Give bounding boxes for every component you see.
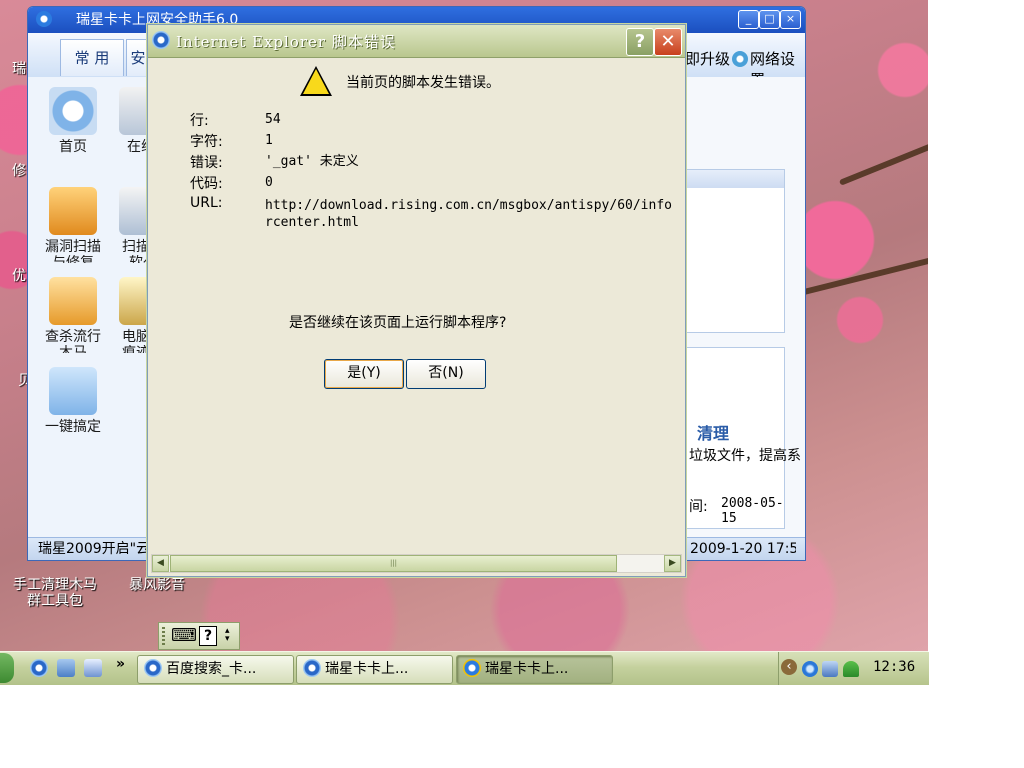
taskbar-item-rising-app[interactable]: 瑞星卡卡上... [456, 655, 613, 684]
code-label: 代码: [190, 176, 223, 192]
code-value: 0 [265, 175, 273, 190]
clean-description: 垃圾文件，提高系 [689, 448, 801, 464]
warning-icon: ! [300, 66, 332, 96]
desktop-quicklaunch-icon[interactable] [57, 659, 75, 677]
desktop-left-label: 瑞 [12, 61, 26, 77]
dialog-close-button[interactable]: ✕ [654, 28, 682, 56]
char-value: 1 [265, 133, 273, 148]
taskbar-item-rising-ie-label: 瑞星卡卡上... [325, 661, 409, 677]
date-label: 间: [689, 499, 708, 515]
network-icon [732, 51, 748, 67]
grip-icon [162, 627, 165, 645]
umbrella-tray-icon[interactable] [843, 661, 859, 677]
help-icon[interactable]: ? [199, 626, 217, 646]
desktop-icon-trojan-tools-label-2: 群工具包 [27, 593, 83, 609]
clean-heading: 清理 [697, 424, 730, 443]
shield-star-icon [49, 187, 97, 235]
quicklaunch-chevron-icon[interactable]: » [116, 656, 125, 672]
maximize-icon[interactable]: □ [759, 10, 780, 29]
shield-icon [49, 277, 97, 325]
url-label: URL: [190, 195, 223, 211]
info-panel-bottom: 清理 垃圾文件，提高系 间: 2008-05-15 [686, 347, 801, 529]
dialog-title: Internet Explorer 脚本错误 [176, 33, 396, 51]
scroll-left-icon[interactable]: ◀ [152, 555, 169, 572]
desktop-icon-trojan-tools[interactable]: 手工清理木马 群工具包 [10, 577, 100, 609]
desktop-left-label: 优 [12, 268, 26, 284]
taskbar-item-baidu-label: 百度搜索_卡... [166, 661, 257, 677]
horizontal-scrollbar[interactable]: ◀ ||| ▶ [151, 554, 682, 573]
char-label: 字符: [190, 134, 223, 150]
help-button[interactable]: ? [626, 28, 654, 56]
taskbar: » 百度搜索_卡... 瑞星卡卡上... 瑞星卡卡上... ‹ 12:36 [0, 651, 929, 685]
taskbar-item-rising-app-label: 瑞星卡卡上... [485, 661, 569, 677]
url-value: http://download.rising.com.cn/msgbox/ant… [265, 198, 672, 213]
scroll-right-icon[interactable]: ▶ [664, 555, 681, 572]
tray-expand-icon[interactable]: ‹ [781, 659, 797, 675]
dialog-title-bar[interactable]: Internet Explorer 脚本错误 ? ✕ [148, 25, 685, 58]
upgrade-link[interactable]: 即升级 [685, 48, 730, 69]
script-error-dialog: Internet Explorer 脚本错误 ? ✕ ! 当前页的脚本发生错误。… [147, 24, 686, 577]
branch-decoration [838, 139, 928, 186]
error-value: '_gat' 未定义 [265, 154, 359, 169]
ime-options-icon[interactable]: ▴ ▾ [225, 627, 230, 644]
nav-one-click-label: 一键搞定 [45, 419, 101, 435]
clock[interactable]: 12:36 [873, 659, 915, 675]
close-icon[interactable]: × [780, 10, 801, 29]
ime-toolbar[interactable]: ⌨ ? ▴ ▾ [158, 622, 240, 650]
one-click-icon [49, 367, 97, 415]
branch-decoration [799, 256, 928, 296]
nav-one-click[interactable]: 一键搞定 [28, 367, 118, 435]
info-panel-top [686, 169, 785, 333]
desktop-left-label: 修 [12, 163, 26, 179]
url-value-continued: rcenter.html [265, 215, 359, 230]
monitor-tray-icon[interactable] [822, 661, 838, 677]
scrollbar-thumb[interactable]: ||| [170, 555, 617, 572]
panel-header [687, 170, 784, 188]
start-button[interactable] [0, 653, 14, 683]
rising-logo-icon [36, 11, 52, 27]
network-tray-icon[interactable] [802, 661, 818, 677]
app-left-nav: 首页 在线i 漏洞扫描 与修复 扫描汐 软亻 查杀流行 木马 电脑使 痕迹汐 一… [28, 77, 167, 538]
continue-question: 是否继续在该页面上运行脚本程序? [289, 315, 507, 331]
taskbar-item-rising-ie[interactable]: 瑞星卡卡上... [296, 655, 453, 684]
keyboard-icon[interactable]: ⌨ [171, 625, 197, 646]
media-quicklaunch-icon[interactable] [84, 659, 102, 677]
desktop-icon-baofeng-label: 暴风影音 [129, 577, 185, 593]
internet-explorer-icon [152, 31, 170, 49]
system-tray: ‹ 12:36 [778, 652, 929, 685]
home-icon [49, 87, 97, 135]
no-button[interactable]: 否(N) [406, 359, 486, 389]
ie-page-icon [144, 659, 162, 677]
yes-button[interactable]: 是(Y) [324, 359, 404, 389]
status-datetime: 2009-1-20 17:50 [690, 541, 796, 557]
status-message[interactable]: 瑞星2009开启"云 [38, 538, 150, 560]
error-label: 错误: [190, 155, 223, 171]
ie-quicklaunch-icon[interactable] [30, 659, 48, 677]
tab-common[interactable]: 常 用 [60, 39, 124, 76]
date-value: 2008-05-15 [721, 496, 784, 526]
taskbar-item-baidu[interactable]: 百度搜索_卡... [137, 655, 294, 684]
minimize-icon[interactable]: _ [738, 10, 759, 29]
line-value: 54 [265, 112, 281, 127]
rising-logo-icon [463, 659, 481, 677]
error-message: 当前页的脚本发生错误。 [346, 75, 500, 91]
desktop-icon-trojan-tools-label-1: 手工清理木马 [13, 577, 97, 593]
ie-page-icon [303, 659, 321, 677]
app-right-pane: 清理 垃圾文件，提高系 间: 2008-05-15 [686, 77, 805, 538]
line-label: 行: [190, 113, 209, 129]
desktop-icon-baofeng[interactable]: 暴风影音 [112, 577, 202, 593]
